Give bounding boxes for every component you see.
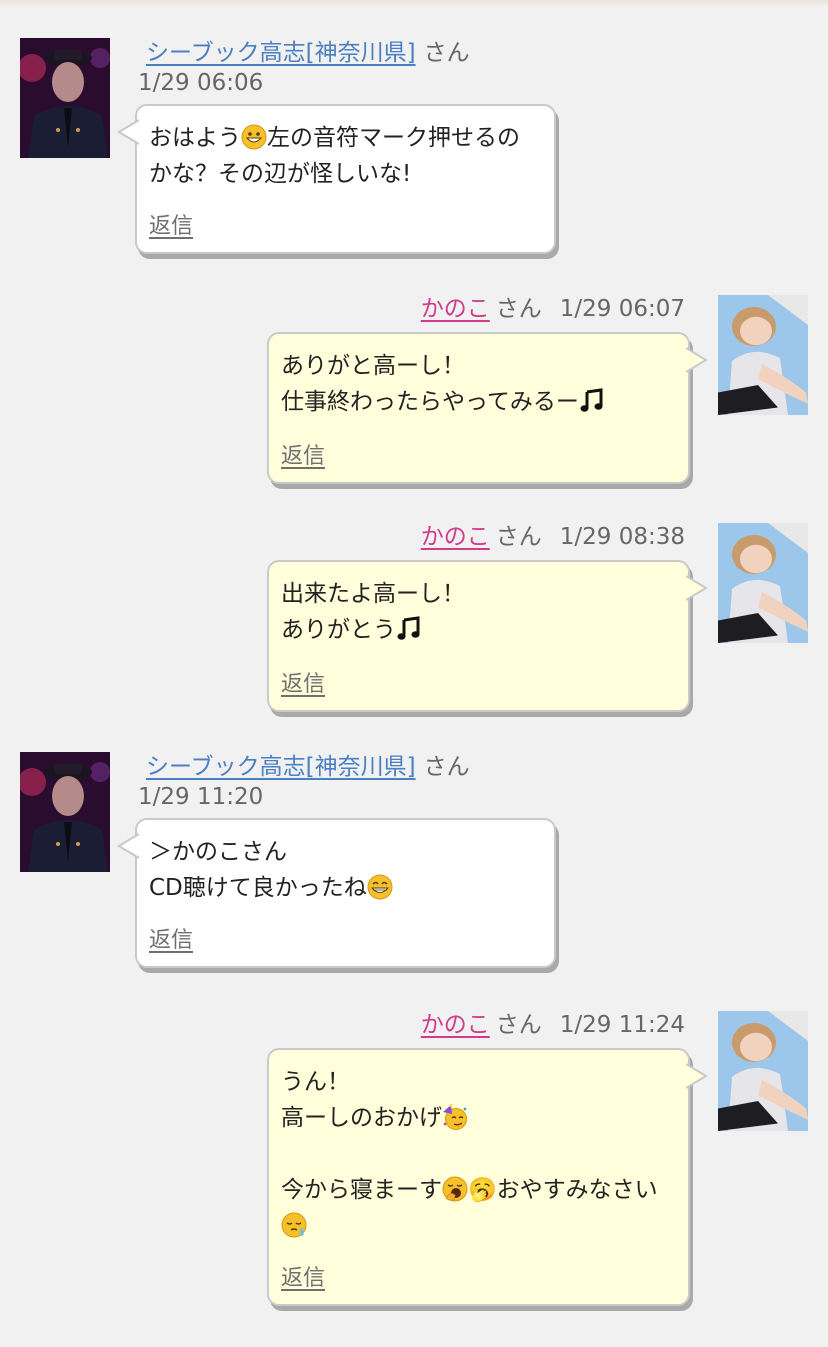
honorific: さん (495, 524, 542, 550)
sleepy-face-icon (281, 1212, 307, 1238)
sender-avatar[interactable] (20, 752, 110, 872)
sender-avatar[interactable] (718, 523, 808, 643)
honorific: さん (423, 40, 470, 66)
sender-name-link[interactable]: シーブック高志[神奈川県] (146, 40, 416, 66)
message-meta: かのこ さん 1/29 08:38 (421, 522, 685, 552)
reply-link[interactable]: 返信 (149, 922, 193, 954)
sender-name-link[interactable]: かのこ (421, 296, 490, 322)
message-body: ＞かのこさん CD聴けて良かったね (149, 834, 542, 906)
message-meta: シーブック高志[神奈川県] さん 1/29 06:06 (138, 38, 470, 98)
reply-link[interactable]: 返信 (281, 438, 325, 470)
message-bubble: ＞かのこさん CD聴けて良かったね 返信 (117, 818, 556, 968)
music-note-icon (579, 388, 605, 414)
message-time: 1/29 06:06 (138, 70, 264, 96)
message-bubble: 出来たよ高ーし！ ありがとう 返信 (267, 560, 708, 712)
sender-avatar[interactable] (718, 1011, 808, 1131)
reply-link[interactable]: 返信 (149, 208, 193, 240)
message-body: おはよう 左の音符マーク押せるの かな？その辺が怪しいな! (149, 124, 520, 187)
message-time: 1/29 11:20 (138, 784, 264, 810)
message-time: 1/29 06:07 (559, 296, 685, 322)
beaming-face-icon (367, 874, 393, 900)
message-meta: シーブック高志[神奈川県] さん 1/29 11:20 (138, 752, 470, 812)
yawning-face-icon (442, 1176, 468, 1202)
message-bubble: おはよう 左の音符マーク押せるの かな？その辺が怪しいな! 返信 (117, 104, 556, 254)
sender-name-link[interactable]: シーブック高志[神奈川県] (146, 754, 416, 780)
message-body: 出来たよ高ーし！ ありがとう (281, 581, 465, 643)
sender-avatar[interactable] (718, 295, 808, 415)
message-body: ありがと高ーし！ 仕事終わったらやってみるー (281, 348, 676, 420)
honorific: さん (495, 1012, 542, 1038)
reply-link[interactable]: 返信 (281, 1260, 325, 1292)
message-meta: かのこ さん 1/29 06:07 (421, 294, 685, 324)
message-time: 1/29 11:24 (559, 1012, 685, 1038)
grinning-face-icon (241, 124, 267, 150)
message-meta: かのこ さん 1/29 11:24 (421, 1010, 685, 1040)
message-bubble: ありがと高ーし！ 仕事終わったらやってみるー 返信 (267, 332, 708, 484)
sender-avatar[interactable] (20, 38, 110, 158)
partying-face-icon (442, 1104, 468, 1130)
reply-link[interactable]: 返信 (281, 666, 325, 698)
message-time: 1/29 08:38 (559, 524, 685, 550)
honorific: さん (495, 296, 542, 322)
honorific: さん (423, 754, 470, 780)
top-edge (0, 0, 828, 6)
sender-name-link[interactable]: かのこ (421, 524, 490, 550)
music-note-icon (396, 616, 422, 642)
message-bubble: うん！ 高ーしのおかげ 今から寝まーす 🥱おやすみなさい 返信 (267, 1048, 708, 1306)
sender-name-link[interactable]: かのこ (421, 1012, 490, 1038)
message-body: うん！ 高ーしのおかげ 今から寝まーす 🥱おやすみなさい (281, 1064, 676, 1244)
